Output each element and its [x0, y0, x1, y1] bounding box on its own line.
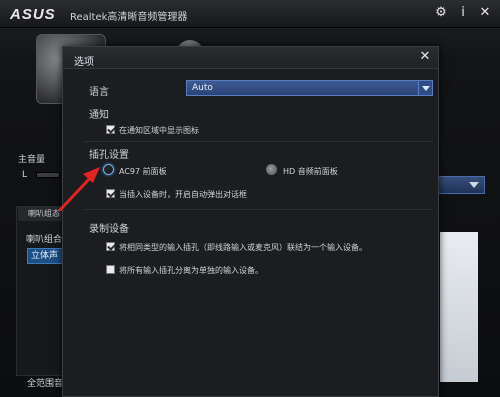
dialog-title-bar: 选项 ✕ — [63, 47, 438, 69]
fullrange-label: 全范围音 — [27, 379, 64, 389]
ac97-label: AC97 前面板 — [119, 167, 167, 176]
device-dropdown[interactable] — [435, 176, 485, 194]
language-dropdown-button[interactable] — [418, 81, 432, 95]
section-divider — [84, 141, 433, 142]
notify-checkbox[interactable] — [106, 125, 115, 134]
info-icon[interactable]: i — [456, 5, 470, 21]
main-volume-label: 主音量 — [18, 155, 46, 165]
speaker-preview-area — [440, 232, 478, 382]
chevron-down-icon — [469, 182, 479, 188]
channel-label: L — [22, 170, 28, 180]
jack-settings-label: 插孔设置 — [89, 150, 129, 161]
merge-inputs-label: 将相同类型的输入插孔（即线路输入或麦克风）联结为一个输入设备。 — [119, 243, 367, 252]
dialog-close-icon[interactable]: ✕ — [418, 50, 432, 64]
close-icon[interactable]: ✕ — [478, 5, 492, 21]
popup-checkbox[interactable] — [106, 189, 115, 198]
separate-inputs-checkbox[interactable] — [106, 265, 115, 274]
options-dialog: 选项 ✕ 语言 Auto 通知 在通知区域中显示图标 插孔设置 AC97 前面板… — [62, 46, 439, 397]
notify-checkbox-label: 在通知区域中显示图标 — [119, 126, 199, 135]
speaker-group-label: 喇叭组合 — [26, 235, 63, 245]
tab-speaker-config[interactable]: 喇叭组态 — [18, 207, 64, 221]
hd-audio-label: HD 音频前面板 — [283, 167, 338, 176]
separate-inputs-label: 将所有输入插孔分离为单独的输入设备。 — [119, 266, 263, 275]
title-bar: ASUS Realtek高清晰音频管理器 ⚙ i ✕ — [0, 0, 500, 28]
stereo-select[interactable]: 立体声 — [27, 248, 65, 264]
app-title: Realtek高清晰音频管理器 — [70, 12, 188, 23]
asus-logo: ASUS — [10, 6, 56, 23]
language-label: 语言 — [89, 87, 109, 98]
recording-devices-label: 录制设备 — [89, 224, 129, 235]
popup-checkbox-label: 当插入设备时，开启自动弹出对话框 — [119, 190, 247, 199]
dialog-title: 选项 — [74, 57, 94, 68]
gear-icon[interactable]: ⚙ — [434, 5, 448, 21]
realtek-audio-manager-window: ASUS Realtek高清晰音频管理器 ⚙ i ✕ 主音量 L 喇叭组态 喇叭… — [0, 0, 500, 397]
section-divider — [84, 209, 433, 210]
language-value: Auto — [192, 83, 213, 93]
title-bar-icons: ⚙ i ✕ — [434, 5, 492, 21]
notify-label: 通知 — [89, 110, 109, 121]
language-select[interactable]: Auto — [186, 80, 433, 96]
volume-slider[interactable] — [36, 172, 60, 178]
ac97-radio[interactable] — [103, 164, 114, 175]
hd-audio-radio[interactable] — [266, 164, 277, 175]
chevron-down-icon — [422, 86, 430, 91]
merge-inputs-checkbox[interactable] — [106, 242, 115, 251]
